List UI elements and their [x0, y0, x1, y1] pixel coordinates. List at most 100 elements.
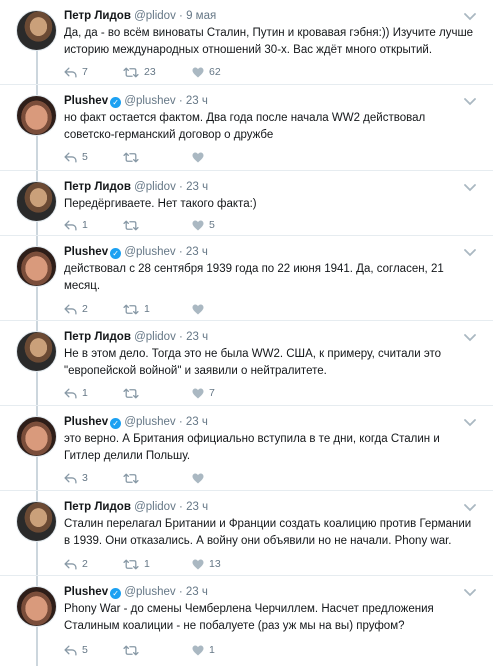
like-button[interactable]: 5 — [192, 217, 215, 233]
reply-button[interactable]: 5 — [64, 149, 88, 165]
retweet-button[interactable] — [123, 217, 144, 233]
reply-button[interactable]: 1 — [64, 217, 88, 233]
reply-count: 2 — [82, 558, 88, 570]
retweet-button[interactable]: 23 — [123, 64, 156, 80]
reply-button[interactable]: 5 — [64, 642, 88, 658]
reply-button[interactable]: 7 — [64, 64, 88, 80]
retweet-button[interactable] — [123, 149, 144, 165]
like-button[interactable] — [192, 470, 209, 486]
retweet-count: 1 — [144, 303, 150, 315]
caret-down-icon[interactable] — [464, 584, 476, 597]
tweet[interactable]: Петр Лидов @plidov · 23 ч Сталин перелага… — [0, 491, 493, 576]
caret-down-icon[interactable] — [464, 179, 476, 192]
avatar[interactable] — [16, 10, 57, 51]
tweet-timestamp[interactable]: 23 ч — [186, 501, 208, 513]
author-handle[interactable]: @plushev — [124, 416, 175, 428]
reply-button[interactable]: 1 — [64, 385, 88, 401]
like-icon — [192, 388, 204, 399]
author-name[interactable]: Plushev — [64, 95, 108, 107]
avatar[interactable] — [16, 416, 57, 457]
avatar[interactable] — [16, 586, 57, 627]
avatar[interactable] — [16, 181, 57, 222]
tweet-timestamp[interactable]: 23 ч — [186, 246, 208, 258]
author-name[interactable]: Plushev — [64, 586, 108, 598]
author-name[interactable]: Петр Лидов — [64, 501, 131, 513]
retweet-button[interactable]: 1 — [123, 301, 150, 317]
avatar[interactable] — [16, 246, 57, 287]
caret-down-icon[interactable] — [464, 414, 476, 427]
like-icon — [192, 304, 204, 315]
retweet-icon — [123, 388, 139, 399]
reply-count: 7 — [82, 66, 88, 78]
like-button[interactable]: 62 — [192, 64, 221, 80]
author-handle[interactable]: @plidov — [134, 10, 176, 22]
tweet-header: Петр Лидов @plidov · 9 мая — [64, 9, 474, 24]
tweet-actions: 21 — [64, 301, 424, 317]
tweet-timestamp[interactable]: 9 мая — [186, 10, 216, 22]
reply-icon — [64, 152, 77, 163]
like-icon — [192, 67, 204, 78]
tweet[interactable]: Петр Лидов @plidov · 23 ч Передёргиваете.… — [0, 171, 493, 236]
author-handle[interactable]: @plushev — [124, 95, 175, 107]
tweet[interactable]: Plushev ✓ @plushev · 23 ч Phony War - до с… — [0, 576, 493, 666]
author-name[interactable]: Петр Лидов — [64, 181, 131, 193]
like-icon — [192, 559, 204, 570]
reply-count: 5 — [82, 151, 88, 163]
caret-down-icon[interactable] — [464, 93, 476, 106]
reply-icon — [64, 304, 77, 315]
tweet[interactable]: Plushev ✓ @plushev · 23 ч действовал с 28 … — [0, 236, 493, 321]
like-button[interactable]: 13 — [192, 556, 221, 572]
tweet-actions: 51 — [64, 642, 424, 658]
author-name[interactable]: Петр Лидов — [64, 331, 131, 343]
retweet-button[interactable] — [123, 470, 144, 486]
tweet-content: Plushev ✓ @plushev · 23 ч но факт остается… — [64, 94, 474, 144]
tweet-timestamp[interactable]: 23 ч — [186, 416, 208, 428]
tweet-actions: 5 — [64, 149, 424, 165]
like-button[interactable]: 1 — [192, 642, 215, 658]
avatar[interactable] — [16, 501, 57, 542]
retweet-button[interactable] — [123, 385, 144, 401]
tweet[interactable]: Plushev ✓ @plushev · 23 ч но факт остается… — [0, 85, 493, 171]
caret-down-icon[interactable] — [464, 8, 476, 21]
author-name[interactable]: Plushev — [64, 246, 108, 258]
verified-badge-icon: ✓ — [110, 248, 122, 259]
reply-count: 5 — [82, 644, 88, 656]
author-name[interactable]: Plushev — [64, 416, 108, 428]
author-handle[interactable]: @plushev — [124, 246, 175, 258]
author-handle[interactable]: @plidov — [134, 331, 176, 343]
like-button[interactable] — [192, 149, 209, 165]
avatar[interactable] — [16, 331, 57, 372]
tweet-timestamp[interactable]: 23 ч — [186, 331, 208, 343]
author-handle[interactable]: @plushev — [124, 586, 175, 598]
tweet-content: Петр Лидов @plidov · 23 ч Сталин перелага… — [64, 500, 474, 550]
reply-button[interactable]: 2 — [64, 301, 88, 317]
tweet-timestamp[interactable]: 23 ч — [186, 586, 208, 598]
retweet-icon — [123, 304, 139, 315]
retweet-icon — [123, 67, 139, 78]
tweet-text: но факт остается фактом. Два года после … — [64, 112, 426, 141]
like-icon — [192, 645, 204, 656]
reply-icon — [64, 645, 77, 656]
reply-button[interactable]: 3 — [64, 470, 88, 486]
tweet-timestamp[interactable]: 23 ч — [186, 95, 208, 107]
tweet[interactable]: Plushev ✓ @plushev · 23 ч это верно. А Бри… — [0, 406, 493, 491]
tweet-header: Plushev ✓ @plushev · 23 ч — [64, 245, 474, 260]
retweet-button[interactable]: 1 — [123, 556, 150, 572]
author-handle[interactable]: @plidov — [134, 181, 176, 193]
tweet-actions: 7 23 62 — [64, 64, 424, 80]
tweet-text: Сталин перелагал Британии и Франции созд… — [64, 518, 472, 547]
author-handle[interactable]: @plidov — [134, 501, 176, 513]
caret-down-icon[interactable] — [464, 244, 476, 257]
avatar[interactable] — [16, 95, 57, 136]
tweet-timestamp[interactable]: 23 ч — [186, 181, 208, 193]
retweet-button[interactable] — [123, 642, 144, 658]
reply-button[interactable]: 2 — [64, 556, 88, 572]
like-button[interactable]: 7 — [192, 385, 215, 401]
caret-down-icon[interactable] — [464, 329, 476, 342]
tweet[interactable]: Петр Лидов @plidov · 23 ч Не в этом дело.… — [0, 321, 493, 406]
tweet[interactable]: Петр Лидов @plidov · 9 мая Да, да - во вс… — [0, 0, 493, 85]
author-name[interactable]: Петр Лидов — [64, 10, 131, 22]
tweet-text: действовал с 28 сентября 1939 года по 22… — [64, 263, 444, 292]
caret-down-icon[interactable] — [464, 499, 476, 512]
like-button[interactable] — [192, 301, 209, 317]
